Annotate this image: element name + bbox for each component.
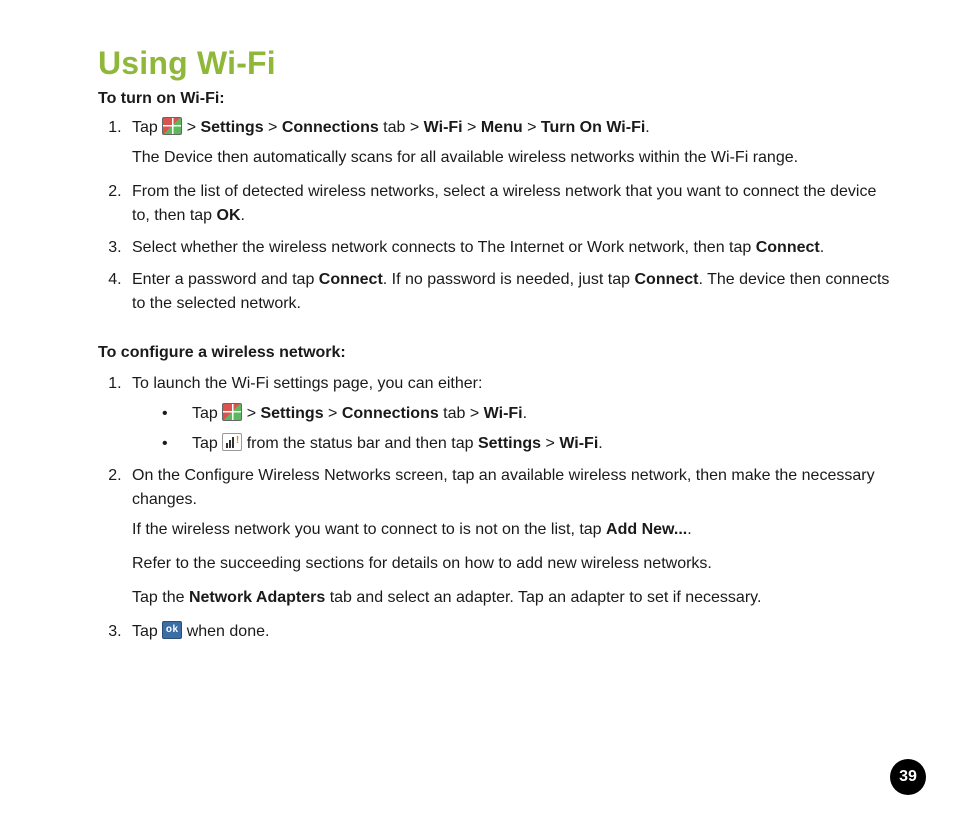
nav-connections: Connections (342, 405, 439, 422)
step-3: Select whether the wireless network conn… (126, 236, 894, 260)
network-adapters-label: Network Adapters (189, 589, 325, 606)
text: Tap (132, 623, 162, 640)
step-1: Tap > Settings > Connections tab > Wi-Fi… (126, 116, 894, 170)
page-title: Using Wi-Fi (98, 45, 894, 82)
text: > (182, 119, 200, 136)
text: Tap (192, 405, 222, 422)
manual-page: Using Wi-Fi To turn on Wi-Fi: Tap > Sett… (0, 0, 954, 644)
option-a: Tap > Settings > Connections tab > Wi-Fi… (162, 402, 894, 426)
text: > (264, 119, 282, 136)
text: Enter a password and tap (132, 271, 319, 288)
text: To launch the Wi-Fi settings page, you c… (132, 375, 482, 392)
text: . (598, 435, 602, 452)
start-icon (162, 117, 182, 135)
connect-label: Connect (634, 271, 698, 288)
ok-icon (162, 621, 182, 639)
section-configure-heading: To configure a wireless network: (98, 344, 894, 362)
connect-label: Connect (319, 271, 383, 288)
text: > (324, 405, 342, 422)
text: Select whether the wireless network conn… (132, 239, 756, 256)
nav-turn-on: Turn On Wi-Fi (541, 119, 645, 136)
cfg-step-3: Tap when done. (126, 620, 894, 644)
nav-connections: Connections (282, 119, 379, 136)
text: > (242, 405, 260, 422)
nav-wifi: Wi-Fi (424, 119, 463, 136)
step-1-note: The Device then automatically scans for … (132, 146, 894, 170)
text: . (241, 207, 245, 224)
cfg-step-2: On the Configure Wireless Networks scree… (126, 464, 894, 610)
text: . (687, 521, 691, 538)
text: Tap (132, 119, 162, 136)
text: Tap the (132, 589, 189, 606)
cfg-step-1: To launch the Wi-Fi settings page, you c… (126, 372, 894, 456)
step-4: Enter a password and tap Connect. If no … (126, 268, 894, 316)
nav-settings: Settings (478, 435, 541, 452)
text: . If no password is needed, just tap (383, 271, 635, 288)
option-b: Tap from the status bar and then tap Set… (162, 432, 894, 456)
text: > (463, 119, 481, 136)
configure-steps: To launch the Wi-Fi settings page, you c… (98, 372, 894, 644)
turn-on-steps: Tap > Settings > Connections tab > Wi-Fi… (98, 116, 894, 316)
nav-menu: Menu (481, 119, 523, 136)
text: from the status bar and then tap (242, 435, 478, 452)
start-icon (222, 403, 242, 421)
nav-settings: Settings (260, 405, 323, 422)
step-2: From the list of detected wireless netwo… (126, 180, 894, 228)
nav-wifi: Wi-Fi (559, 435, 598, 452)
cfg-step-1-options: Tap > Settings > Connections tab > Wi-Fi… (132, 402, 894, 456)
signal-icon (222, 433, 242, 451)
section-turn-on-heading: To turn on Wi-Fi: (98, 90, 894, 108)
text: > (523, 119, 541, 136)
text: . (523, 405, 527, 422)
text: when done. (182, 623, 269, 640)
ok-label: OK (217, 207, 241, 224)
text: On the Configure Wireless Networks scree… (132, 467, 875, 508)
text: tab > (439, 405, 484, 422)
text: tab and select an adapter. Tap an adapte… (325, 589, 761, 606)
text: Tap (192, 435, 222, 452)
text: If the wireless network you want to conn… (132, 521, 606, 538)
text: tab > (379, 119, 424, 136)
text: > (541, 435, 559, 452)
text: . (820, 239, 824, 256)
text: . (645, 119, 649, 136)
page-number-badge: 39 (890, 759, 926, 795)
nav-wifi: Wi-Fi (484, 405, 523, 422)
text: Refer to the succeeding sections for det… (132, 552, 894, 576)
nav-settings: Settings (200, 119, 263, 136)
connect-label: Connect (756, 239, 820, 256)
add-new-label: Add New... (606, 521, 687, 538)
